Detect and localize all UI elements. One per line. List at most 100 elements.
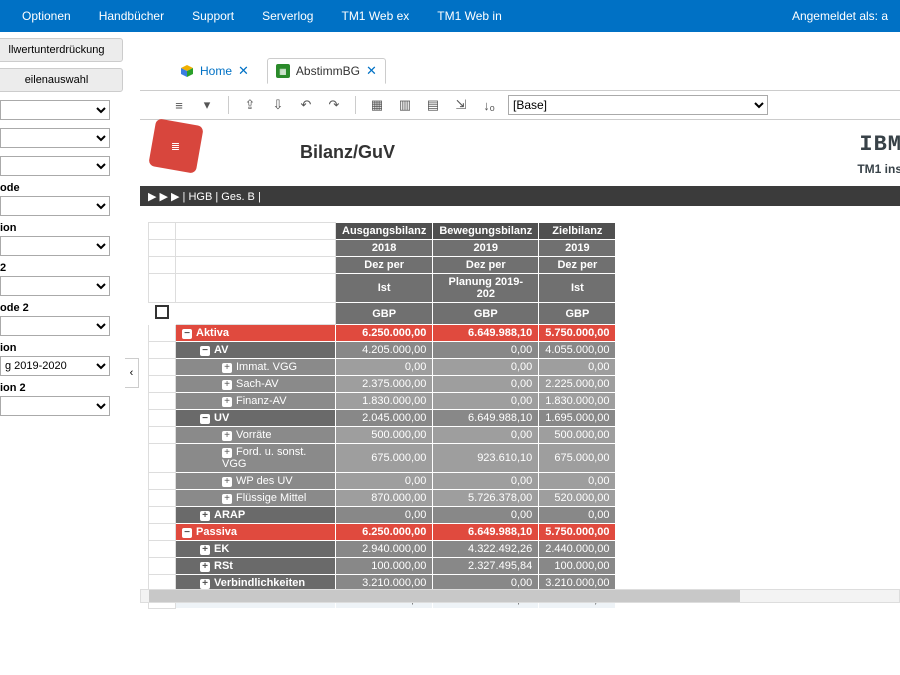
- select-2[interactable]: [0, 128, 110, 148]
- cell[interactable]: 2.225.000,00: [539, 376, 616, 393]
- expand-icon[interactable]: +: [222, 477, 232, 487]
- cell[interactable]: 2.940.000,00: [336, 541, 433, 558]
- cell[interactable]: 923.610,10: [433, 444, 539, 473]
- collapse-icon[interactable]: −: [200, 414, 210, 424]
- select-code[interactable]: [0, 196, 110, 216]
- cell[interactable]: 4.055.000,00: [539, 342, 616, 359]
- nav-optionen[interactable]: Optionen: [8, 0, 85, 32]
- row-sach-av[interactable]: +Sach-AV: [176, 376, 336, 393]
- cell[interactable]: 6.250.000,00: [336, 325, 433, 342]
- row-arap[interactable]: +ARAP: [176, 507, 336, 524]
- cell[interactable]: 100.000,00: [539, 558, 616, 575]
- expand-icon[interactable]: +: [222, 431, 232, 441]
- collapse-icon[interactable]: −: [200, 346, 210, 356]
- row-selection-button[interactable]: eilenauswahl: [0, 68, 123, 92]
- tab-home-close[interactable]: ✕: [238, 63, 249, 79]
- row-fl-ssige-mittel[interactable]: +Flüssige Mittel: [176, 490, 336, 507]
- expand-icon[interactable]: +: [200, 545, 210, 555]
- cell[interactable]: 0,00: [433, 342, 539, 359]
- select-3[interactable]: [0, 156, 110, 176]
- expand-icon[interactable]: +: [222, 363, 232, 373]
- select-ion[interactable]: [0, 236, 110, 256]
- cell[interactable]: 870.000,00: [336, 490, 433, 507]
- cell[interactable]: 0,00: [433, 376, 539, 393]
- save-icon[interactable]: ⇩: [269, 96, 287, 114]
- expand-icon[interactable]: ⇲: [452, 96, 470, 114]
- row-vorr-te[interactable]: +Vorräte: [176, 427, 336, 444]
- grid3-icon[interactable]: ▤: [424, 96, 442, 114]
- cell[interactable]: 2.440.000,00: [539, 541, 616, 558]
- nav-serverlog[interactable]: Serverlog: [248, 0, 327, 32]
- cell[interactable]: 675.000,00: [336, 444, 433, 473]
- tab-home[interactable]: Home ✕: [172, 59, 257, 83]
- cell[interactable]: 1.830.000,00: [539, 393, 616, 410]
- undo-icon[interactable]: ↶: [297, 96, 315, 114]
- nav-tm1-web-ex[interactable]: TM1 Web ex: [327, 0, 423, 32]
- cell[interactable]: 6.649.988,10: [433, 524, 539, 541]
- cell[interactable]: 0,00: [336, 473, 433, 490]
- expand-icon[interactable]: +: [200, 562, 210, 572]
- row-ford-u-sonst-vgg[interactable]: +Ford. u. sonst. VGG: [176, 444, 336, 473]
- cell[interactable]: 4.205.000,00: [336, 342, 433, 359]
- expand-icon[interactable]: +: [222, 397, 232, 407]
- select-code2[interactable]: [0, 316, 110, 336]
- cell[interactable]: 0,00: [433, 393, 539, 410]
- grid1-icon[interactable]: ▦: [368, 96, 386, 114]
- row-aktiva[interactable]: −Aktiva: [176, 325, 336, 342]
- row-passiva[interactable]: −Passiva: [176, 524, 336, 541]
- cell[interactable]: 1.695.000,00: [539, 410, 616, 427]
- cell[interactable]: 675.000,00: [539, 444, 616, 473]
- row-av[interactable]: −AV: [176, 342, 336, 359]
- cell[interactable]: 4.322.492,26: [433, 541, 539, 558]
- zero-suppression-button[interactable]: llwertunterdrückung: [0, 38, 123, 62]
- horizontal-scrollbar[interactable]: [140, 589, 900, 603]
- base-select[interactable]: [Base]: [508, 95, 768, 115]
- select-ion2[interactable]: g 2019-2020: [0, 356, 110, 376]
- cell[interactable]: 2.375.000,00: [336, 376, 433, 393]
- cell[interactable]: 1.830.000,00: [336, 393, 433, 410]
- select-p2[interactable]: [0, 276, 110, 296]
- row-finanz-av[interactable]: +Finanz-AV: [176, 393, 336, 410]
- cell[interactable]: 0,00: [433, 473, 539, 490]
- cell[interactable]: 0,00: [539, 507, 616, 524]
- cell[interactable]: 5.750.000,00: [539, 325, 616, 342]
- select-ion3[interactable]: [0, 396, 110, 416]
- grid2-icon[interactable]: ▥: [396, 96, 414, 114]
- expand-icon[interactable]: +: [200, 579, 210, 589]
- cell[interactable]: 500.000,00: [539, 427, 616, 444]
- cell[interactable]: 100.000,00: [336, 558, 433, 575]
- row-rst[interactable]: +RSt: [176, 558, 336, 575]
- redo-icon[interactable]: ↷: [325, 96, 343, 114]
- nav-support[interactable]: Support: [178, 0, 248, 32]
- cell[interactable]: 0,00: [433, 427, 539, 444]
- collapse-icon[interactable]: −: [182, 329, 192, 339]
- cell[interactable]: 6.649.988,10: [433, 410, 539, 427]
- settings-icon[interactable]: ↓ₒ: [480, 96, 498, 114]
- expand-icon[interactable]: +: [222, 494, 232, 504]
- cell[interactable]: 6.649.988,10: [433, 325, 539, 342]
- tab-abstimmbg[interactable]: ▦ AbstimmBG ✕: [267, 58, 386, 84]
- cell[interactable]: 0,00: [433, 359, 539, 376]
- nav-handbuecher[interactable]: Handbücher: [85, 0, 178, 32]
- expand-icon[interactable]: +: [222, 380, 232, 390]
- row-wp-des-uv[interactable]: +WP des UV: [176, 473, 336, 490]
- row-uv[interactable]: −UV: [176, 410, 336, 427]
- select-1[interactable]: [0, 100, 110, 120]
- cell[interactable]: 6.250.000,00: [336, 524, 433, 541]
- cell[interactable]: 500.000,00: [336, 427, 433, 444]
- row-ek[interactable]: +EK: [176, 541, 336, 558]
- cell[interactable]: 0,00: [539, 473, 616, 490]
- row-immat-vgg[interactable]: +Immat. VGG: [176, 359, 336, 376]
- select-all-checkbox[interactable]: [149, 303, 176, 325]
- dropdown-icon[interactable]: ▾: [198, 96, 216, 114]
- expand-icon[interactable]: +: [200, 511, 210, 521]
- sidebar-collapse-handle[interactable]: ‹: [125, 358, 139, 388]
- cell[interactable]: 2.327.495,84: [433, 558, 539, 575]
- cell[interactable]: 0,00: [336, 359, 433, 376]
- cell[interactable]: 0,00: [336, 507, 433, 524]
- cell[interactable]: 520.000,00: [539, 490, 616, 507]
- cell[interactable]: 0,00: [433, 507, 539, 524]
- cell[interactable]: 5.750.000,00: [539, 524, 616, 541]
- menu-icon[interactable]: ≡: [170, 96, 188, 114]
- cell[interactable]: 5.726.378,00: [433, 490, 539, 507]
